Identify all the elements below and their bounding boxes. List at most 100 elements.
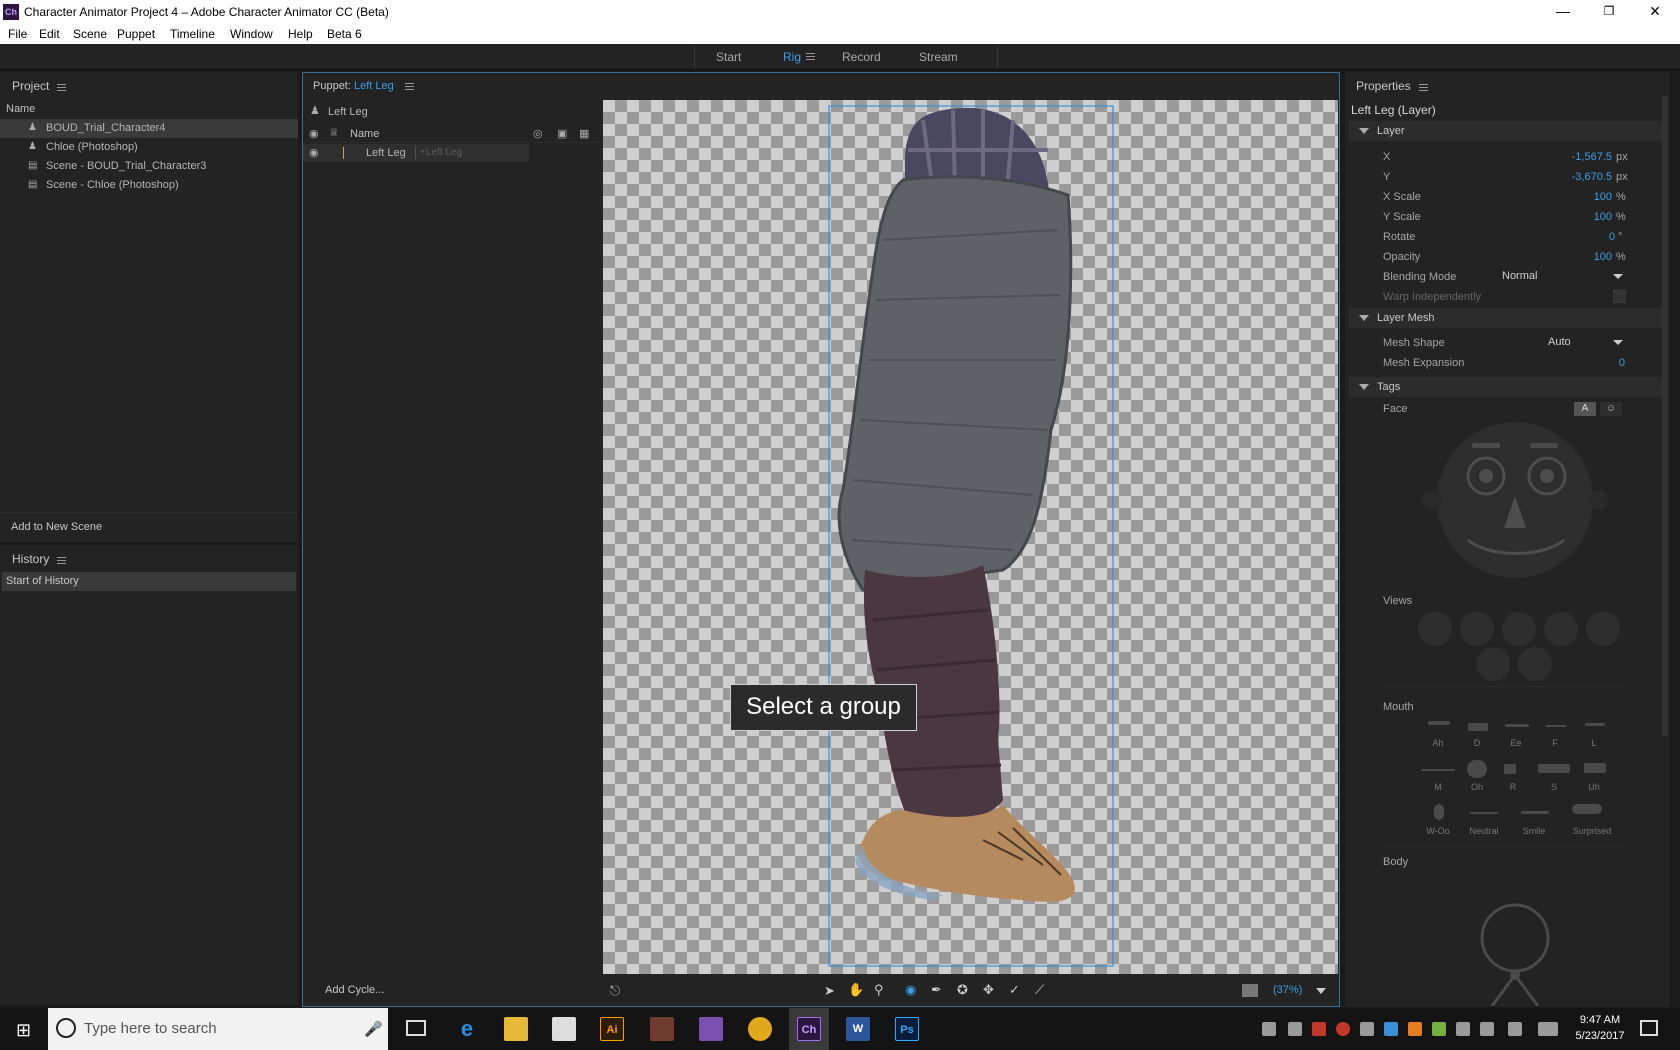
handle-tool-icon[interactable]: ✒ — [931, 982, 942, 998]
y-value[interactable]: -3,670.5 — [1540, 171, 1612, 183]
mouth-shape-icon[interactable] — [1428, 721, 1450, 725]
mouth-shape-icon[interactable] — [1521, 811, 1549, 814]
pin-tool-icon[interactable]: ✪ — [957, 982, 968, 998]
eye-icon[interactable]: ◉ — [309, 146, 319, 159]
history-item[interactable]: Start of History — [2, 572, 296, 591]
mouth-shape-icon[interactable] — [1504, 764, 1516, 774]
media-app-icon[interactable] — [650, 1017, 674, 1041]
panel-menu-icon[interactable] — [57, 557, 67, 564]
path-tool-icon[interactable]: ⟋ — [1035, 982, 1044, 998]
project-item[interactable]: ♟ BOUD_Trial_Character4 — [0, 119, 298, 138]
menu-beta[interactable]: Beta 6 — [327, 27, 362, 41]
edge-browser-icon[interactable]: e — [455, 1017, 479, 1041]
view-tag-icon[interactable] — [1544, 612, 1578, 646]
clone-icon[interactable]: ▣ — [557, 127, 567, 140]
mouth-shape-icon[interactable] — [1585, 723, 1605, 726]
layer-section[interactable]: Layer — [1349, 121, 1662, 141]
keyboard-icon[interactable] — [1538, 1022, 1558, 1036]
tray-icon[interactable] — [1262, 1022, 1276, 1036]
clock-time[interactable]: 9:47 AM — [1570, 1014, 1630, 1026]
mode-stream[interactable]: Stream — [919, 50, 958, 64]
mouth-shape-icon[interactable] — [1505, 724, 1529, 727]
panel-menu-icon[interactable] — [57, 84, 67, 91]
tags-section[interactable]: Tags — [1349, 377, 1662, 397]
panel-menu-icon[interactable] — [1418, 84, 1428, 91]
menu-timeline[interactable]: Timeline — [170, 27, 215, 41]
mouth-shape-icon[interactable] — [1572, 804, 1602, 814]
tray-icon[interactable] — [1336, 1022, 1350, 1036]
tray-icon[interactable] — [1432, 1022, 1446, 1036]
tray-icon[interactable] — [1480, 1022, 1494, 1036]
zoom-level[interactable]: (37%) — [1273, 984, 1302, 996]
mode-rig[interactable]: Rig — [783, 50, 801, 64]
photoshop-icon[interactable]: Ps — [895, 1017, 919, 1041]
panel-menu-icon[interactable] — [404, 83, 414, 90]
mode-record[interactable]: Record — [842, 50, 881, 64]
taskbar-search[interactable]: Type here to search 🎤 — [48, 1008, 388, 1050]
minimize-button[interactable]: — — [1540, 0, 1586, 24]
rotate-value[interactable]: 0 — [1560, 231, 1615, 243]
view-tag-icon[interactable] — [1502, 612, 1536, 646]
pen-icon[interactable] — [1508, 1022, 1522, 1036]
store-icon[interactable] — [552, 1017, 576, 1041]
mouth-shape-icon[interactable] — [1421, 769, 1455, 771]
tray-icon[interactable] — [1456, 1022, 1470, 1036]
menu-scene[interactable]: Scene — [73, 27, 107, 41]
restore-button[interactable]: ❐ — [1586, 0, 1632, 24]
menu-help[interactable]: Help — [288, 27, 313, 41]
layer-row[interactable]: ◉ Left Leg +Left Leg — [303, 144, 529, 162]
task-view-icon[interactable] — [406, 1020, 426, 1036]
tray-icon[interactable] — [1384, 1022, 1398, 1036]
view-tag-icon[interactable] — [1518, 647, 1552, 681]
hand-icon[interactable]: ✋ — [848, 982, 864, 998]
view-tag-icon[interactable] — [1418, 612, 1452, 646]
mesh-expansion-value[interactable]: 0 — [1590, 357, 1625, 369]
opacity-value[interactable]: 100 — [1560, 251, 1612, 263]
close-button[interactable]: ✕ — [1632, 0, 1678, 24]
stick-tool-icon[interactable]: ✓ — [1009, 982, 1020, 998]
menu-edit[interactable]: Edit — [39, 27, 60, 41]
mouth-shape-icon[interactable] — [1538, 764, 1570, 773]
warp-independently-checkbox[interactable] — [1613, 290, 1626, 303]
character-animator-icon[interactable]: Ch — [797, 1017, 821, 1041]
color-app-icon[interactable] — [699, 1017, 723, 1041]
face-icon-tag-button[interactable]: ☺ — [1600, 402, 1622, 416]
x-value[interactable]: -1,567.5 — [1540, 151, 1612, 163]
grid-icon[interactable]: ▦ — [579, 127, 589, 140]
tray-icon[interactable] — [1312, 1022, 1326, 1036]
puppet-tag-icon[interactable]: ⎋ — [610, 983, 620, 999]
origin-tool-icon[interactable]: ◉ — [905, 982, 916, 998]
y-scale-value[interactable]: 100 — [1560, 211, 1612, 223]
transparency-grid-icon[interactable] — [1242, 984, 1258, 997]
mouth-shape-icon[interactable] — [1584, 763, 1606, 773]
mouth-shape-icon[interactable] — [1470, 812, 1498, 814]
chrome-icon[interactable] — [748, 1017, 772, 1041]
action-center-icon[interactable] — [1640, 1020, 1658, 1036]
eye-icon[interactable]: ◉ — [309, 127, 319, 140]
clock-date[interactable]: 5/23/2017 — [1566, 1030, 1634, 1042]
puppet-canvas[interactable]: Select a group — [603, 100, 1338, 974]
add-to-new-scene-button[interactable]: Add to New Scene — [11, 521, 102, 533]
mouth-shape-icon[interactable] — [1434, 804, 1444, 820]
word-icon[interactable]: W — [846, 1017, 870, 1041]
tray-icon[interactable] — [1360, 1022, 1374, 1036]
project-item[interactable]: ▤ Scene - Chloe (Photoshop) — [0, 176, 298, 195]
mouth-shape-icon[interactable] — [1546, 725, 1566, 727]
face-text-tag-button[interactable]: A — [1574, 402, 1596, 416]
mode-start[interactable]: Start — [716, 50, 741, 64]
zoom-icon[interactable]: ⚲ — [874, 982, 884, 998]
layer-mesh-section[interactable]: Layer Mesh — [1349, 308, 1662, 328]
tray-icon[interactable] — [1288, 1022, 1302, 1036]
x-scale-value[interactable]: 100 — [1560, 191, 1612, 203]
rig-menu-icon[interactable] — [806, 53, 815, 60]
file-explorer-icon[interactable] — [504, 1017, 528, 1041]
project-item[interactable]: ♟ Chloe (Photoshop) — [0, 138, 298, 157]
zoom-dropdown-icon[interactable] — [1316, 988, 1326, 994]
mouth-shape-icon[interactable] — [1468, 723, 1488, 731]
add-cycle-button[interactable]: Add Cycle... — [325, 984, 384, 996]
mouth-shape-icon[interactable] — [1467, 760, 1487, 778]
illustrator-icon[interactable]: Ai — [600, 1017, 624, 1041]
view-tag-icon[interactable] — [1476, 647, 1510, 681]
view-tag-icon[interactable] — [1586, 612, 1620, 646]
blending-mode-dropdown[interactable]: Normal — [1495, 268, 1629, 286]
